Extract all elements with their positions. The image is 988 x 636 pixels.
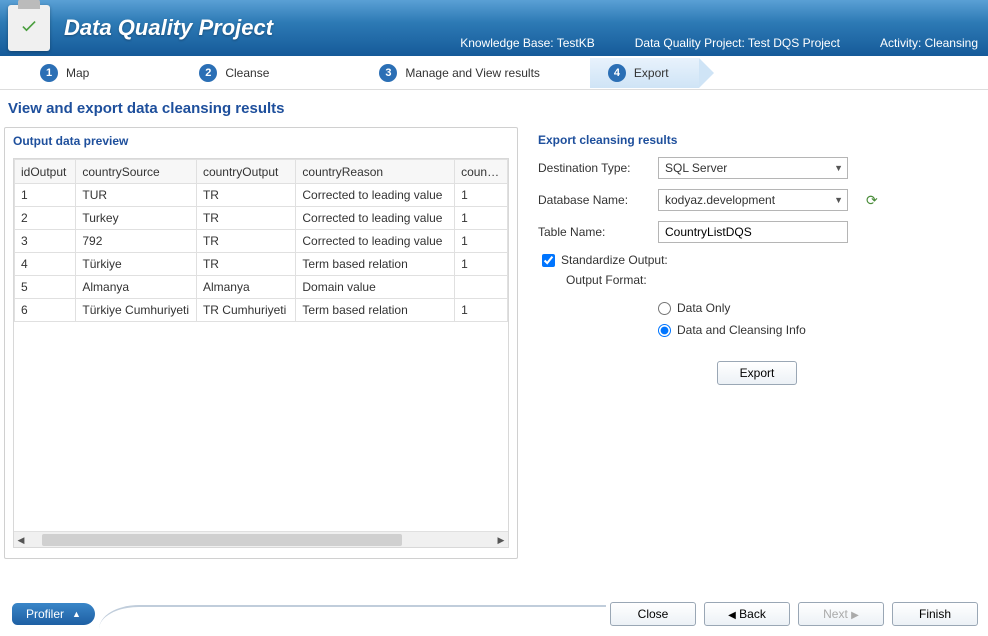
export-title: Export cleansing results	[538, 133, 976, 147]
table-cell: Domain value	[296, 276, 455, 299]
export-button[interactable]: Export	[717, 361, 797, 385]
scroll-right-icon[interactable]: ▶	[494, 533, 508, 547]
table-row[interactable]: 5AlmanyaAlmanyaDomain value	[15, 276, 508, 299]
horizontal-scrollbar[interactable]: ◀ ▶	[14, 531, 508, 547]
step-map[interactable]: 1 Map	[30, 64, 139, 82]
table-cell: 792	[76, 230, 197, 253]
finish-button[interactable]: Finish	[892, 602, 978, 626]
table-cell	[455, 276, 508, 299]
table-cell: Almanya	[196, 276, 295, 299]
chevron-down-icon: ▼	[834, 163, 843, 173]
table-cell: TUR	[76, 184, 197, 207]
wizard-stepbar: 1 Map 2 Cleanse 3 Manage and View result…	[0, 56, 988, 90]
col-header[interactable]: countryReason	[296, 160, 455, 184]
col-header[interactable]: countrySource	[76, 160, 197, 184]
table-cell: TR	[196, 207, 295, 230]
table-cell: 3	[15, 230, 76, 253]
table-cell: 5	[15, 276, 76, 299]
step-export[interactable]: 4 Export	[590, 58, 699, 88]
profiler-tab[interactable]: Profiler ▲	[12, 603, 95, 625]
table-name-input[interactable]	[658, 221, 848, 243]
database-name-label: Database Name:	[538, 193, 658, 207]
scroll-thumb[interactable]	[42, 534, 402, 546]
table-cell: TR Cumhuriyeti	[196, 299, 295, 322]
table-cell: 1	[455, 230, 508, 253]
data-only-label: Data Only	[677, 301, 730, 315]
table-cell: Term based relation	[296, 253, 455, 276]
refresh-icon[interactable]: ⟳	[866, 192, 878, 209]
preview-grid[interactable]: idOutput countrySource countryOutput cou…	[13, 158, 509, 548]
table-cell: 6	[15, 299, 76, 322]
col-header[interactable]: countryC	[455, 160, 508, 184]
col-header[interactable]: idOutput	[15, 160, 76, 184]
preview-title: Output data preview	[13, 134, 509, 148]
table-cell: 1	[455, 299, 508, 322]
data-info-label: Data and Cleansing Info	[677, 323, 806, 337]
table-cell: Corrected to leading value	[296, 230, 455, 253]
table-row[interactable]: 2TurkeyTRCorrected to leading value1	[15, 207, 508, 230]
footer-divider	[99, 605, 606, 635]
table-cell: Corrected to leading value	[296, 184, 455, 207]
clipboard-check-icon	[8, 5, 50, 51]
header-meta: Knowledge Base: TestKB Data Quality Proj…	[460, 36, 978, 50]
table-row[interactable]: 1TURTRCorrected to leading value1	[15, 184, 508, 207]
destination-type-select[interactable]: SQL Server ▼	[658, 157, 848, 179]
table-cell: TR	[196, 184, 295, 207]
back-button[interactable]: ◀ Back	[704, 602, 790, 626]
database-name-select[interactable]: kodyaz.development ▼	[658, 189, 848, 211]
table-cell: Almanya	[76, 276, 197, 299]
table-cell: 1	[15, 184, 76, 207]
close-button[interactable]: Close	[610, 602, 696, 626]
chevron-down-icon: ▼	[834, 195, 843, 205]
table-cell: 1	[455, 253, 508, 276]
table-row[interactable]: 4TürkiyeTRTerm based relation1	[15, 253, 508, 276]
table-cell: 1	[455, 184, 508, 207]
table-cell: Corrected to leading value	[296, 207, 455, 230]
table-cell: 2	[15, 207, 76, 230]
chevron-up-icon: ▲	[72, 609, 81, 619]
destination-type-label: Destination Type:	[538, 161, 658, 175]
table-cell: Term based relation	[296, 299, 455, 322]
output-format-label: Output Format:	[566, 273, 647, 287]
step-cleanse[interactable]: 2 Cleanse	[139, 64, 319, 82]
data-info-radio[interactable]	[658, 324, 671, 337]
output-preview-panel: Output data preview idOutput countrySour…	[4, 127, 518, 559]
table-cell: Türkiye	[76, 253, 197, 276]
table-cell: 1	[455, 207, 508, 230]
table-cell: TR	[196, 230, 295, 253]
app-title: Data Quality Project	[64, 15, 273, 41]
data-only-radio[interactable]	[658, 302, 671, 315]
standardize-output-checkbox[interactable]	[542, 254, 555, 267]
table-cell: Türkiye Cumhuriyeti	[76, 299, 197, 322]
page-title: View and export data cleansing results	[8, 100, 980, 117]
table-cell: Turkey	[76, 207, 197, 230]
table-name-label: Table Name:	[538, 225, 658, 239]
export-panel: Export cleansing results Destination Typ…	[520, 127, 984, 559]
standardize-output-label: Standardize Output:	[561, 253, 668, 267]
next-button: Next ▶	[798, 602, 884, 626]
col-header[interactable]: countryOutput	[196, 160, 295, 184]
table-row[interactable]: 6Türkiye CumhuriyetiTR CumhuriyetiTerm b…	[15, 299, 508, 322]
step-manage[interactable]: 3 Manage and View results	[319, 64, 590, 82]
table-row[interactable]: 3792TRCorrected to leading value1	[15, 230, 508, 253]
table-cell: 4	[15, 253, 76, 276]
table-cell: TR	[196, 253, 295, 276]
scroll-left-icon[interactable]: ◀	[14, 533, 28, 547]
header-bar: Data Quality Project Knowledge Base: Tes…	[0, 0, 988, 56]
